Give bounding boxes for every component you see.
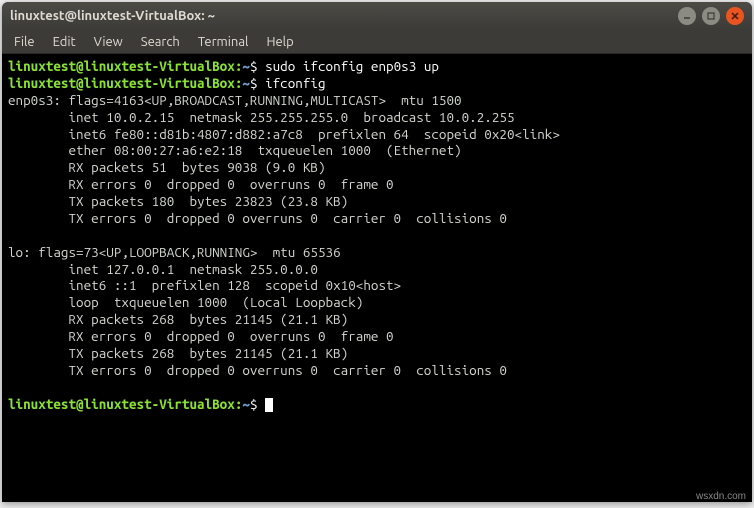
close-icon (731, 12, 739, 20)
window-controls (678, 7, 744, 25)
watermark: wsxdn.com (696, 491, 746, 502)
command-2: ifconfig (265, 75, 325, 91)
terminal-window: linuxtest@linuxtest-VirtualBox: ~ File E… (2, 2, 752, 502)
menu-terminal[interactable]: Terminal (190, 33, 257, 51)
menu-edit[interactable]: Edit (45, 33, 84, 51)
prompt-symbol: $ (250, 75, 258, 91)
prompt-userhost: linuxtest@linuxtest-VirtualBox (8, 58, 235, 74)
terminal-body[interactable]: linuxtest@linuxtest-VirtualBox:~$ sudo i… (2, 54, 752, 502)
prompt-path: ~ (242, 396, 250, 412)
terminal-output: enp0s3: flags=4163<UP,BROADCAST,RUNNING,… (8, 92, 560, 378)
maximize-button[interactable] (702, 7, 720, 25)
prompt-path: ~ (242, 58, 250, 74)
maximize-icon (707, 12, 715, 20)
menubar: File Edit View Search Terminal Help (2, 30, 752, 54)
prompt-symbol: $ (250, 58, 258, 74)
menu-file[interactable]: File (6, 33, 43, 51)
prompt-path: ~ (242, 75, 250, 91)
menu-view[interactable]: View (86, 33, 131, 51)
minimize-icon (683, 12, 691, 20)
menu-search[interactable]: Search (133, 33, 188, 51)
prompt-userhost: linuxtest@linuxtest-VirtualBox (8, 75, 235, 91)
prompt-symbol: $ (250, 396, 258, 412)
titlebar: linuxtest@linuxtest-VirtualBox: ~ (2, 2, 752, 30)
window-title: linuxtest@linuxtest-VirtualBox: ~ (10, 9, 678, 23)
minimize-button[interactable] (678, 7, 696, 25)
prompt-userhost: linuxtest@linuxtest-VirtualBox (8, 396, 235, 412)
menu-help[interactable]: Help (258, 33, 301, 51)
close-button[interactable] (726, 7, 744, 25)
command-1: sudo ifconfig enp0s3 up (265, 58, 439, 74)
cursor (265, 398, 273, 412)
